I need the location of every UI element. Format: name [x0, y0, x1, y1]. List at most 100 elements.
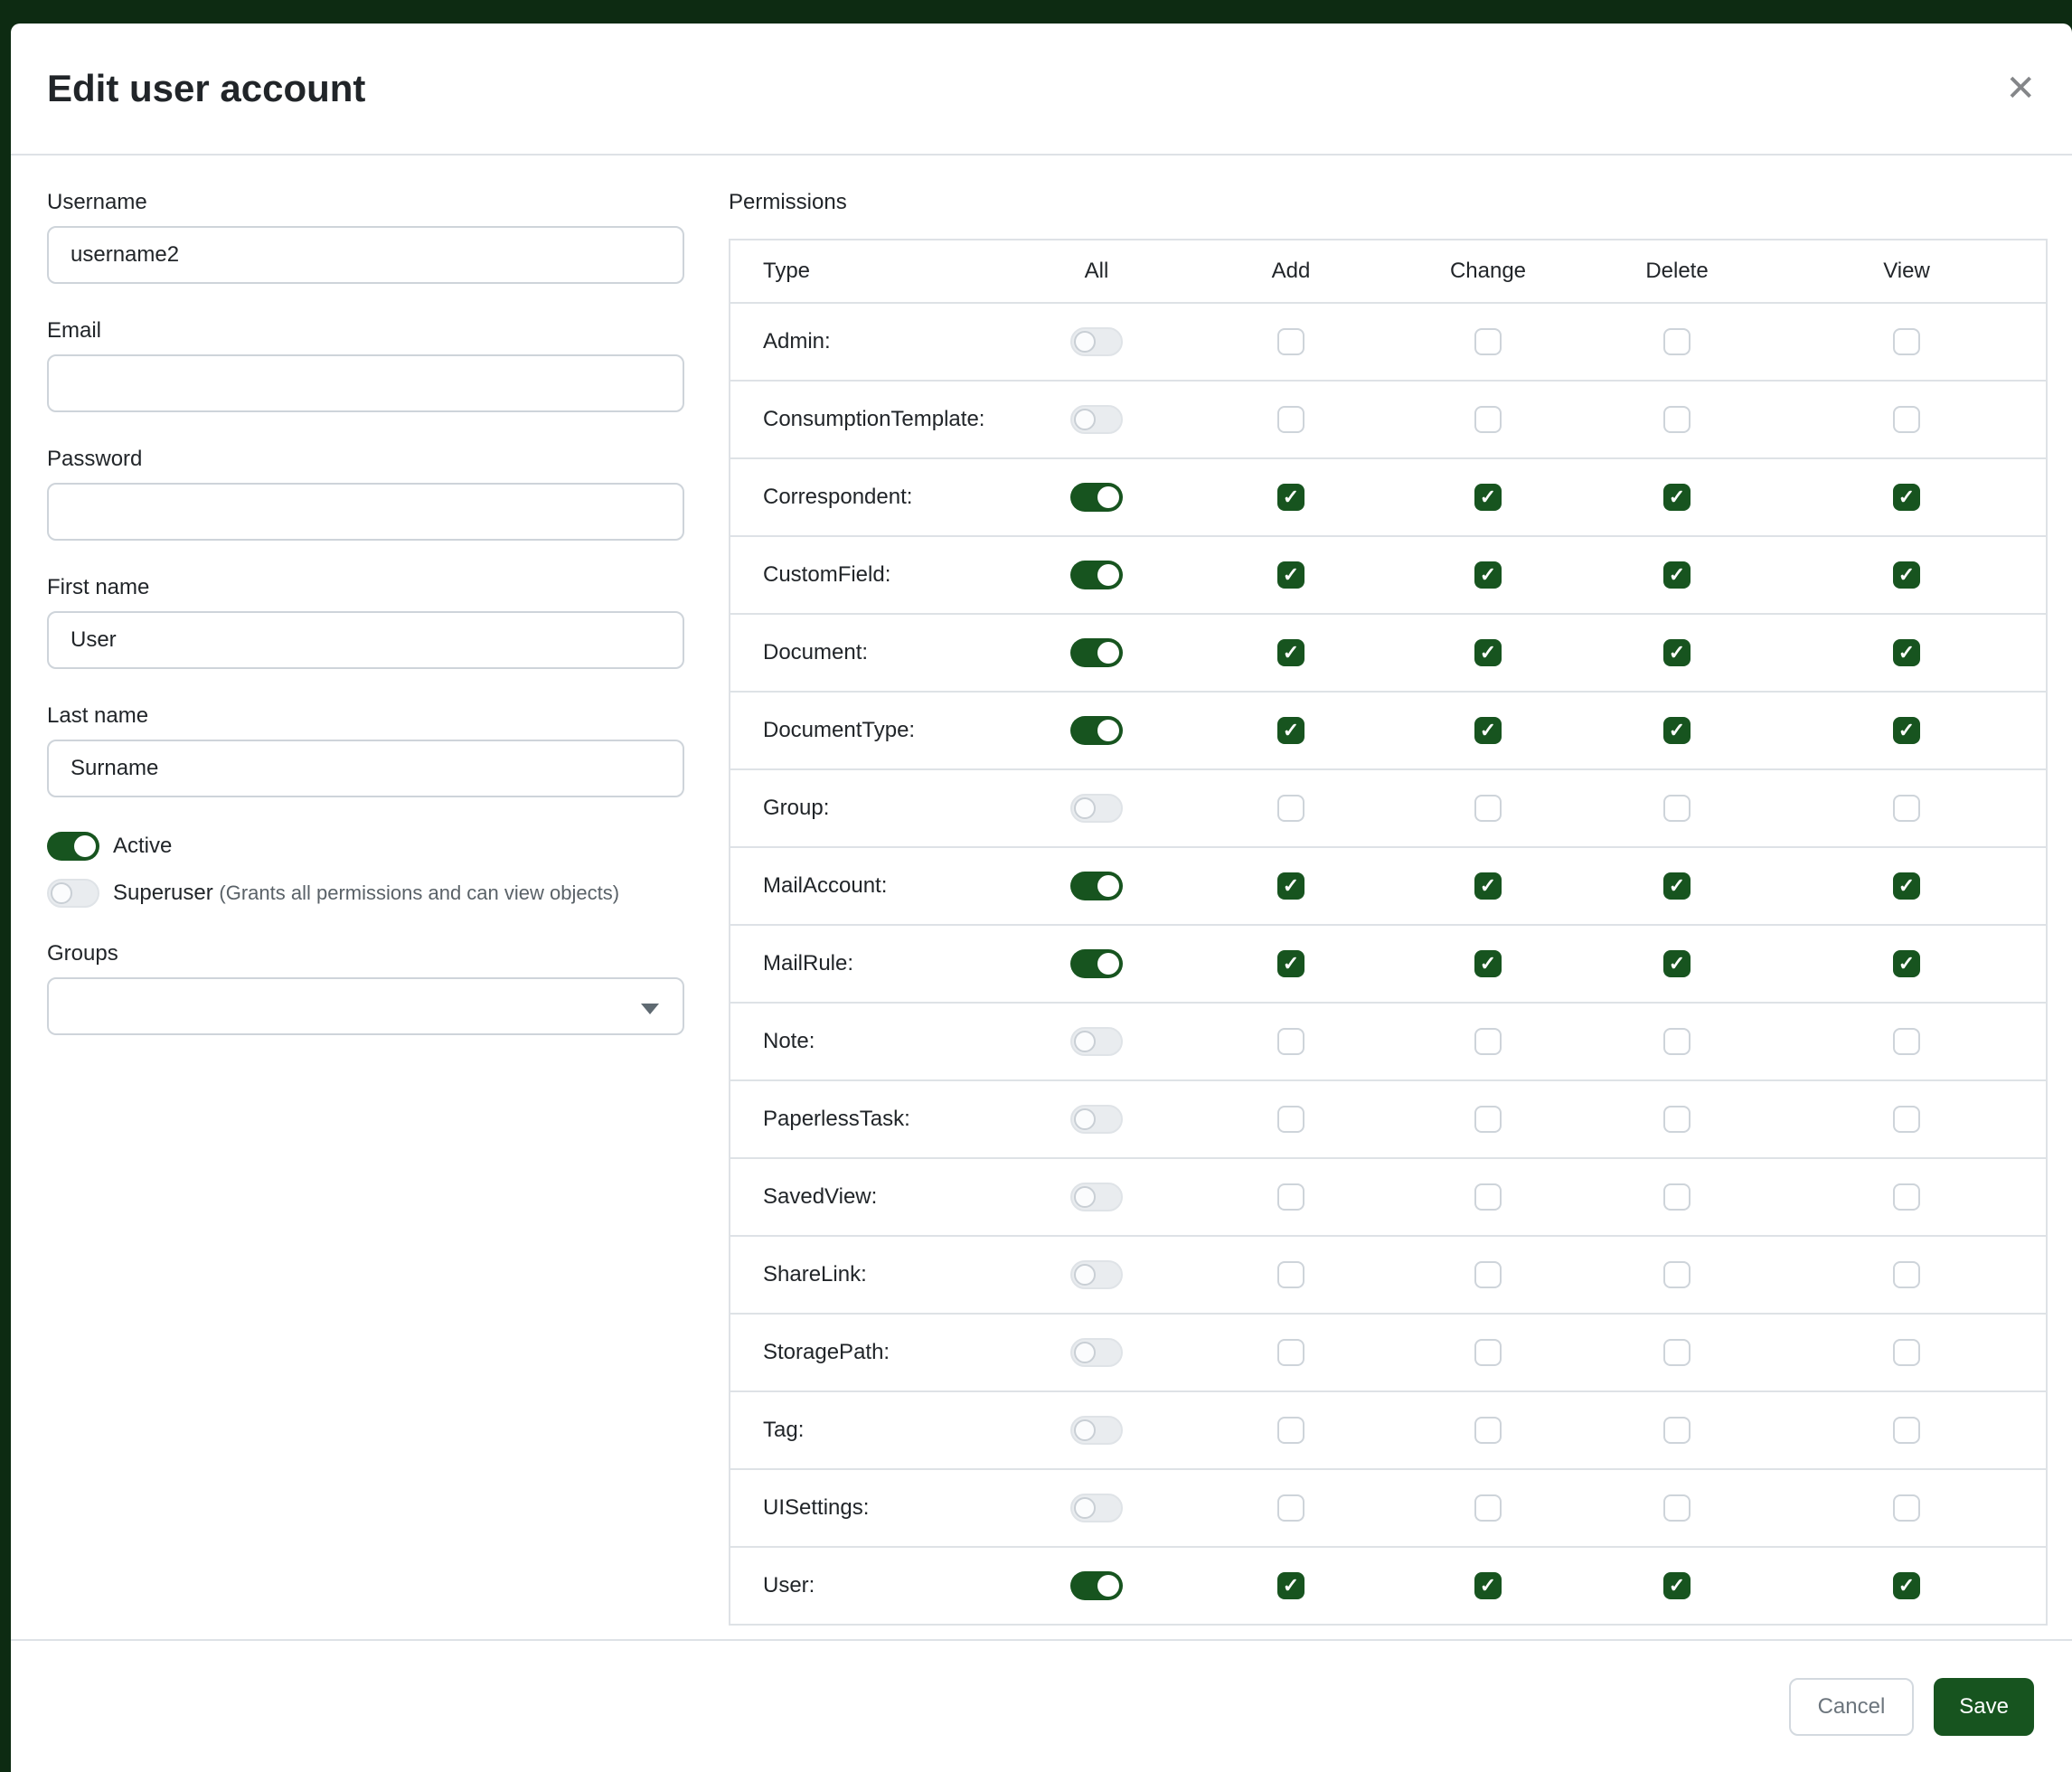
- perm-change-checkbox[interactable]: [1474, 1417, 1502, 1444]
- perm-all-toggle[interactable]: [1070, 561, 1123, 589]
- perm-change-checkbox[interactable]: [1474, 1572, 1502, 1599]
- perm-view-checkbox[interactable]: [1893, 484, 1920, 511]
- perm-all-toggle[interactable]: [1070, 1416, 1123, 1445]
- perm-change-checkbox[interactable]: [1474, 639, 1502, 666]
- perm-add-checkbox[interactable]: [1277, 950, 1304, 977]
- save-button[interactable]: Save: [1934, 1678, 2034, 1736]
- perm-add-checkbox[interactable]: [1277, 1106, 1304, 1133]
- perm-view-checkbox[interactable]: [1893, 1261, 1920, 1288]
- active-toggle[interactable]: [47, 832, 99, 861]
- perm-view-checkbox[interactable]: [1893, 1106, 1920, 1133]
- perm-view-checkbox[interactable]: [1893, 950, 1920, 977]
- perm-view-checkbox[interactable]: [1893, 717, 1920, 744]
- perm-add-checkbox[interactable]: [1277, 1417, 1304, 1444]
- perm-view-checkbox[interactable]: [1893, 328, 1920, 355]
- perm-change-checkbox[interactable]: [1474, 1183, 1502, 1211]
- perm-view-checkbox[interactable]: [1893, 406, 1920, 433]
- superuser-toggle[interactable]: [47, 879, 99, 908]
- perm-view-checkbox[interactable]: [1893, 1183, 1920, 1211]
- cancel-button[interactable]: Cancel: [1789, 1678, 1915, 1736]
- perm-type-label: ShareLink:: [763, 1262, 867, 1287]
- perm-delete-checkbox[interactable]: [1663, 950, 1691, 977]
- perm-delete-checkbox[interactable]: [1663, 639, 1691, 666]
- perm-view-checkbox[interactable]: [1893, 1339, 1920, 1366]
- perm-add-checkbox[interactable]: [1277, 1339, 1304, 1366]
- perm-delete-checkbox[interactable]: [1663, 561, 1691, 589]
- perm-view-checkbox[interactable]: [1893, 1028, 1920, 1055]
- perm-view-checkbox[interactable]: [1893, 1494, 1920, 1522]
- perm-delete-checkbox[interactable]: [1663, 795, 1691, 822]
- perm-change-checkbox[interactable]: [1474, 1494, 1502, 1522]
- perm-all-toggle[interactable]: [1070, 1338, 1123, 1367]
- perm-delete-checkbox[interactable]: [1663, 872, 1691, 900]
- perm-change-checkbox[interactable]: [1474, 950, 1502, 977]
- perm-add-checkbox[interactable]: [1277, 484, 1304, 511]
- perm-add-checkbox[interactable]: [1277, 795, 1304, 822]
- groups-select[interactable]: [47, 977, 684, 1035]
- perm-all-toggle[interactable]: [1070, 716, 1123, 745]
- perm-all-toggle[interactable]: [1070, 949, 1123, 978]
- perm-change-checkbox[interactable]: [1474, 795, 1502, 822]
- perm-all-toggle[interactable]: [1070, 1027, 1123, 1056]
- perm-add-checkbox[interactable]: [1277, 328, 1304, 355]
- perm-add-checkbox[interactable]: [1277, 1028, 1304, 1055]
- perm-change-checkbox[interactable]: [1474, 1261, 1502, 1288]
- perm-all-toggle[interactable]: [1070, 1571, 1123, 1600]
- perm-all-toggle[interactable]: [1070, 1183, 1123, 1211]
- perm-change-checkbox[interactable]: [1474, 406, 1502, 433]
- perm-change-checkbox[interactable]: [1474, 1339, 1502, 1366]
- perm-delete-checkbox[interactable]: [1663, 406, 1691, 433]
- perm-all-toggle[interactable]: [1070, 794, 1123, 823]
- perm-view-checkbox[interactable]: [1893, 1572, 1920, 1599]
- perm-add-checkbox[interactable]: [1277, 406, 1304, 433]
- perm-view-checkbox[interactable]: [1893, 1417, 1920, 1444]
- perm-all-toggle[interactable]: [1070, 405, 1123, 434]
- perm-add-checkbox[interactable]: [1277, 872, 1304, 900]
- perm-view-checkbox[interactable]: [1893, 561, 1920, 589]
- perm-delete-checkbox[interactable]: [1663, 1417, 1691, 1444]
- perm-change-checkbox[interactable]: [1474, 872, 1502, 900]
- perm-all-toggle[interactable]: [1070, 327, 1123, 356]
- perm-change-checkbox[interactable]: [1474, 717, 1502, 744]
- perm-all-toggle[interactable]: [1070, 483, 1123, 512]
- perm-delete-checkbox[interactable]: [1663, 717, 1691, 744]
- username-field[interactable]: [47, 226, 684, 284]
- perm-change-checkbox[interactable]: [1474, 561, 1502, 589]
- perm-all-toggle[interactable]: [1070, 638, 1123, 667]
- perm-all-toggle[interactable]: [1070, 1494, 1123, 1522]
- perm-change-checkbox[interactable]: [1474, 1028, 1502, 1055]
- perm-view-checkbox[interactable]: [1893, 795, 1920, 822]
- perm-delete-checkbox[interactable]: [1663, 1339, 1691, 1366]
- perm-delete-checkbox[interactable]: [1663, 1028, 1691, 1055]
- perm-change-checkbox[interactable]: [1474, 328, 1502, 355]
- perm-delete-checkbox[interactable]: [1663, 1183, 1691, 1211]
- perm-all-toggle[interactable]: [1070, 872, 1123, 900]
- first-name-field[interactable]: [47, 611, 684, 669]
- toggle-knob: [1074, 1108, 1096, 1130]
- perm-change-checkbox[interactable]: [1474, 1106, 1502, 1133]
- perm-view-checkbox[interactable]: [1893, 639, 1920, 666]
- password-field[interactable]: [47, 483, 684, 541]
- perm-add-checkbox[interactable]: [1277, 561, 1304, 589]
- perm-add-checkbox[interactable]: [1277, 639, 1304, 666]
- close-button[interactable]: ✕: [2005, 71, 2036, 107]
- perm-add-checkbox[interactable]: [1277, 1494, 1304, 1522]
- perm-all-toggle[interactable]: [1070, 1260, 1123, 1289]
- perm-add-checkbox[interactable]: [1277, 1261, 1304, 1288]
- perm-type-label: StoragePath:: [763, 1340, 890, 1364]
- last-name-field[interactable]: [47, 740, 684, 797]
- perm-delete-checkbox[interactable]: [1663, 1494, 1691, 1522]
- email-field[interactable]: [47, 354, 684, 412]
- perm-delete-checkbox[interactable]: [1663, 1572, 1691, 1599]
- perm-delete-checkbox[interactable]: [1663, 1106, 1691, 1133]
- perm-add-checkbox[interactable]: [1277, 1572, 1304, 1599]
- perm-delete-checkbox[interactable]: [1663, 1261, 1691, 1288]
- permissions-row: ConsumptionTemplate:: [730, 381, 2047, 458]
- perm-delete-checkbox[interactable]: [1663, 484, 1691, 511]
- perm-add-checkbox[interactable]: [1277, 717, 1304, 744]
- perm-view-checkbox[interactable]: [1893, 872, 1920, 900]
- perm-delete-checkbox[interactable]: [1663, 328, 1691, 355]
- perm-change-checkbox[interactable]: [1474, 484, 1502, 511]
- perm-all-toggle[interactable]: [1070, 1105, 1123, 1134]
- perm-add-checkbox[interactable]: [1277, 1183, 1304, 1211]
